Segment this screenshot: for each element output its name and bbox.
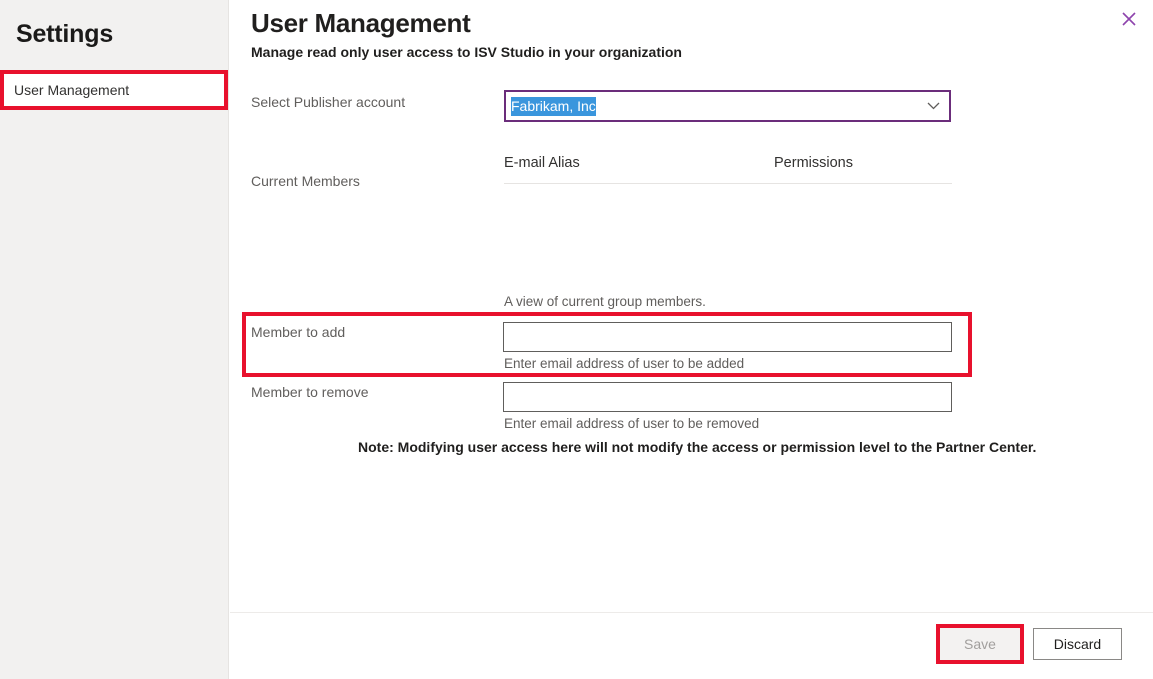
publisher-account-value: Fabrikam, Inc (511, 96, 596, 116)
page-title: User Management (251, 8, 471, 38)
publisher-account-label: Select Publisher account (251, 94, 406, 110)
table-header-row: E-mail Alias Permissions (504, 155, 952, 184)
user-management-panel: User Management Manage read only user ac… (230, 0, 1153, 679)
sidebar-item-label: User Management (14, 82, 130, 98)
member-to-add-help: Enter email address of user to be added (504, 356, 745, 371)
member-to-remove-help: Enter email address of user to be remove… (504, 416, 760, 431)
current-members-label: Current Members (251, 173, 360, 189)
discard-button[interactable]: Discard (1033, 628, 1122, 660)
footer-divider (230, 612, 1153, 613)
sidebar-title: Settings (16, 20, 114, 48)
current-members-table: E-mail Alias Permissions (504, 155, 952, 274)
column-header-permissions: Permissions (774, 155, 853, 171)
note-text: Note: Modifying user access here will no… (358, 439, 1037, 455)
member-to-remove-input[interactable] (503, 382, 952, 412)
settings-sidebar: Settings User Management (0, 0, 229, 679)
page-subtitle: Manage read only user access to ISV Stud… (251, 44, 682, 60)
column-header-email: E-mail Alias (504, 155, 580, 171)
save-button[interactable]: Save (940, 628, 1020, 660)
table-body-empty (504, 184, 952, 274)
member-to-add-input[interactable] (503, 322, 952, 352)
current-members-caption: A view of current group members. (504, 294, 706, 309)
member-to-add-label: Member to add (251, 324, 346, 340)
close-icon[interactable] (1113, 4, 1145, 34)
publisher-account-dropdown[interactable]: Fabrikam, Inc (504, 90, 951, 122)
chevron-down-icon (927, 102, 940, 110)
member-to-remove-label: Member to remove (251, 384, 369, 400)
sidebar-item-user-management[interactable]: User Management (0, 70, 228, 110)
